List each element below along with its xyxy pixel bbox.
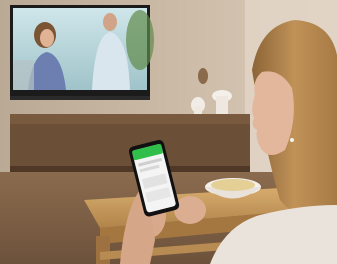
living-room-photo (0, 0, 337, 264)
sideboard (10, 114, 250, 172)
tv-bottom-edge (10, 96, 150, 100)
television (10, 5, 154, 97)
